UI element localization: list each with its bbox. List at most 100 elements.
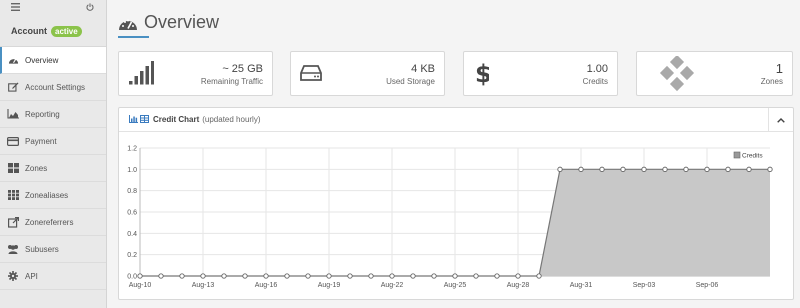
status-badge: active xyxy=(51,25,82,37)
sidebar-item-label: Account Settings xyxy=(25,82,86,92)
power-icon[interactable] xyxy=(86,2,94,14)
data-point xyxy=(599,166,605,172)
data-point xyxy=(179,273,185,279)
stat-label: Credits xyxy=(582,77,608,86)
data-point xyxy=(305,273,311,279)
sidebar-item-account-settings[interactable]: Account Settings xyxy=(0,74,106,101)
data-point xyxy=(683,166,689,172)
page-title-text: Overview xyxy=(144,12,220,32)
stat-label: Zones xyxy=(760,77,783,86)
collapse-button[interactable] xyxy=(768,108,793,132)
stat-value: ~ 25 GB xyxy=(222,63,263,75)
data-point xyxy=(200,273,206,279)
x-tick-label: Aug-25 xyxy=(444,282,467,289)
data-point xyxy=(221,273,227,279)
sidebar-nav: Overview Account Settings Reporting Paym… xyxy=(0,46,106,290)
x-tick-label: Aug-19 xyxy=(318,282,341,289)
data-point xyxy=(368,273,374,279)
bar-chart-icon xyxy=(129,114,138,125)
data-point xyxy=(284,273,290,279)
data-point xyxy=(746,166,752,172)
hdd-icon xyxy=(300,65,322,86)
data-point xyxy=(326,273,332,279)
signal-icon xyxy=(128,61,154,90)
x-tick-label: Aug-22 xyxy=(381,282,404,289)
data-point xyxy=(452,273,458,279)
account-row: Account active xyxy=(0,16,106,46)
panel-subtitle: (updated hourly) xyxy=(202,115,261,124)
area-chart-icon xyxy=(7,108,19,120)
data-point xyxy=(473,273,479,279)
stat-label: Remaining Traffic xyxy=(200,77,263,86)
panel-header: Credit Chart (updated hourly) xyxy=(119,108,793,132)
sidebar-item-zonereferrers[interactable]: Zonereferrers xyxy=(0,209,106,236)
credit-chart-panel: Credit Chart (updated hourly) 0.0 0.2 0.4 0… xyxy=(118,107,794,300)
x-tick-label: Sep-06 xyxy=(696,282,719,289)
sidebar-item-label: Zones xyxy=(25,163,48,173)
data-point xyxy=(704,166,710,172)
y-tick-label: 1.2 xyxy=(127,146,137,153)
data-point xyxy=(431,273,437,279)
grid-small-icon xyxy=(7,189,19,201)
sidebar: Account active Overview Account Settings… xyxy=(0,0,107,308)
stat-card-storage: 4 KB Used Storage xyxy=(290,51,445,96)
y-tick-label: 1.0 xyxy=(127,167,137,174)
stat-card-traffic: ~ 25 GB Remaining Traffic xyxy=(118,51,273,96)
data-point xyxy=(725,166,731,172)
dollar-icon: $ xyxy=(475,59,492,92)
svg-text:$: $ xyxy=(475,60,489,87)
sidebar-item-label: Zonereferrers xyxy=(25,217,74,227)
sidebar-item-api[interactable]: API xyxy=(0,263,106,290)
y-tick-label: 0.8 xyxy=(127,188,137,195)
data-point xyxy=(137,273,143,279)
dashboard-icon xyxy=(7,54,19,66)
table-icon xyxy=(140,114,149,125)
data-point xyxy=(620,166,626,172)
data-point xyxy=(515,273,521,279)
data-point xyxy=(494,273,500,279)
sidebar-item-label: API xyxy=(25,271,38,281)
sidebar-item-label: Subusers xyxy=(25,244,59,254)
data-point xyxy=(242,273,248,279)
gear-icon xyxy=(7,270,19,282)
edit-icon xyxy=(7,81,19,93)
sidebar-item-reporting[interactable]: Reporting xyxy=(0,101,106,128)
data-point xyxy=(347,273,353,279)
stat-value: 1 xyxy=(775,61,783,76)
sidebar-item-subusers[interactable]: Subusers xyxy=(0,236,106,263)
sidebar-item-payment[interactable]: Payment xyxy=(0,128,106,155)
sidebar-item-zones[interactable]: Zones xyxy=(0,155,106,182)
sidebar-item-label: Zonealiases xyxy=(25,190,69,200)
stat-value: 1.00 xyxy=(586,63,608,75)
legend-label: Credits xyxy=(742,153,763,160)
panel-title: Credit Chart xyxy=(153,115,200,124)
users-icon xyxy=(7,243,19,255)
data-point xyxy=(158,273,164,279)
x-tick-label: Aug-31 xyxy=(570,282,593,289)
y-tick-label: 0.6 xyxy=(127,210,137,217)
y-tick-label: 0.2 xyxy=(127,252,137,259)
data-point xyxy=(557,166,563,172)
sidebar-item-overview[interactable]: Overview xyxy=(0,47,106,74)
stat-label: Used Storage xyxy=(386,77,435,86)
x-tick-label: Aug-13 xyxy=(192,282,215,289)
legend-swatch xyxy=(733,151,741,159)
data-point xyxy=(662,166,668,172)
page-title: Overview xyxy=(118,12,219,33)
zones-icon xyxy=(657,54,697,99)
dashboard-icon xyxy=(119,19,137,30)
account-label: Account xyxy=(11,26,47,36)
data-point xyxy=(389,273,395,279)
sidebar-item-zonealiases[interactable]: Zonealiases xyxy=(0,182,106,209)
x-tick-label: Aug-10 xyxy=(129,282,152,289)
y-tick-label: 0.4 xyxy=(127,231,137,238)
main-content: Overview ~ 25 GB Remaining Traffic 4 KB … xyxy=(107,0,800,308)
hamburger-menu-icon[interactable] xyxy=(11,2,20,14)
credit-chart: 0.0 0.2 0.4 0.6 0.8 1.0 1.2 Aug-10 Aug-13 Aug-16 A… xyxy=(127,146,773,289)
chevron-up-icon xyxy=(777,117,785,123)
data-point xyxy=(578,166,584,172)
credit-card-icon xyxy=(7,135,19,147)
y-tick-label: 0.0 xyxy=(127,274,137,281)
data-point xyxy=(263,273,269,279)
stat-card-credits: $ 1.00 Credits xyxy=(463,51,618,96)
